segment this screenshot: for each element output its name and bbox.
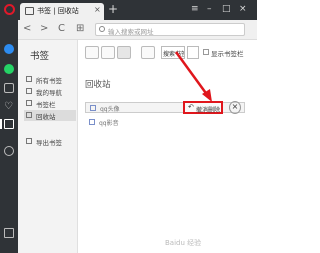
heart-icon[interactable]: ♡ (4, 102, 14, 112)
bookmark-item-icon (89, 119, 95, 125)
tab-bookmarks[interactable]: 书签 | 回收站 × (20, 3, 104, 20)
compact-view-button[interactable] (101, 46, 115, 59)
bookmark-bar-icon (26, 100, 32, 106)
main-content: 搜索书签 显示书签栏 回收站 qq头像 qq影音 ↶ 撤消删除 × (79, 40, 257, 253)
undo-arrow-icon: ↶ (188, 103, 194, 111)
all-bookmarks-icon (26, 76, 32, 82)
browser-sidebar: ♡ (0, 20, 18, 253)
url-input[interactable]: 输入搜索或网址 (95, 23, 245, 36)
tab-title: 书签 | 回收站 (37, 7, 79, 15)
close-window-button[interactable]: × (239, 3, 247, 15)
speed-dial-icon (26, 88, 32, 94)
back-button[interactable]: < (23, 23, 31, 35)
url-placeholder: 输入搜索或网址 (108, 28, 154, 36)
history-icon[interactable] (4, 146, 14, 156)
grid-view-button[interactable] (85, 46, 99, 59)
sidebar-item-label: 导出书签 (36, 139, 62, 147)
menu-icon[interactable]: ≡ (191, 3, 199, 15)
bookmarks-panel: 书签 所有书签 我的导航 书签栏 回收站 导出书签 (18, 40, 78, 253)
reload-button[interactable]: C (58, 23, 65, 35)
undo-delete-label: 撤消删除 (196, 107, 221, 114)
remove-permanently-button[interactable]: × (229, 101, 241, 114)
export-icon (26, 138, 32, 144)
bookmarks-sidebar-icon[interactable] (4, 119, 14, 129)
whatsapp-icon[interactable] (4, 64, 14, 74)
section-title: 回收站 (85, 80, 111, 90)
page-title: 书签 (30, 51, 50, 62)
speed-dial-grid-icon[interactable]: ⊞ (76, 23, 84, 35)
folder-view-button[interactable] (141, 46, 155, 59)
list-item-label: qq头像 (100, 106, 120, 113)
new-tab-button[interactable]: + (108, 3, 118, 15)
search-icon[interactable] (187, 46, 199, 59)
opera-logo-icon[interactable] (4, 4, 15, 15)
sidebar-item-label: 回收站 (36, 113, 56, 121)
show-bookmark-bar-checkbox[interactable] (203, 49, 209, 55)
search-icon (99, 26, 105, 32)
undo-delete-button[interactable]: ↶ 撤消删除 (183, 101, 223, 114)
sidebar-item-trash[interactable]: 回收站 (24, 110, 76, 121)
active-indicator (0, 119, 2, 129)
sidebar-item-all-bookmarks[interactable]: 所有书签 (24, 74, 76, 85)
sidebar-item-label: 我的导航 (36, 89, 62, 97)
forward-button[interactable]: > (40, 23, 48, 35)
sidebar-item-export[interactable]: 导出书签 (24, 136, 76, 147)
minimize-button[interactable]: – (207, 3, 212, 15)
sidebar-item-label: 所有书签 (36, 77, 62, 85)
close-tab-icon[interactable]: × (94, 5, 101, 14)
trash-icon (26, 112, 32, 118)
address-bar: < > C ⊞ 输入搜索或网址 (18, 20, 257, 40)
list-item-label: qq影音 (99, 120, 119, 127)
sidebar-item-bookmark-bar[interactable]: 书签栏 (24, 98, 76, 109)
bookmark-tab-icon (25, 7, 34, 15)
bookmark-item-icon (90, 105, 96, 111)
list-item[interactable]: qq影音 (85, 117, 245, 128)
watermark: Baidu 经验 (165, 239, 202, 247)
list-view-button[interactable] (117, 46, 131, 59)
sidebar-item-my-navigation[interactable]: 我的导航 (24, 86, 76, 97)
search-bookmarks-input[interactable]: 搜索书签 (161, 46, 185, 59)
show-bookmark-bar-label: 显示书签栏 (211, 50, 244, 58)
sidebar-toggle-icon[interactable] (4, 228, 14, 238)
sidebar-item-label: 书签栏 (36, 101, 56, 109)
messenger-icon[interactable] (4, 44, 14, 54)
speed-dial-icon[interactable] (4, 83, 14, 93)
title-bar: 书签 | 回收站 × + ≡ – □ × (0, 0, 257, 20)
maximize-button[interactable]: □ (222, 3, 231, 15)
